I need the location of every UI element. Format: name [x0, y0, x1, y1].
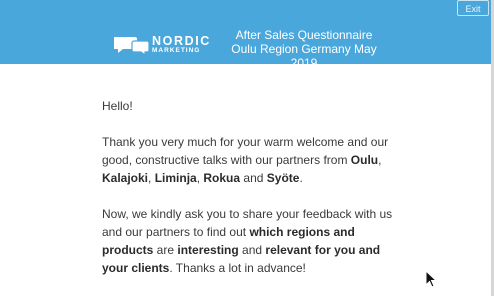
mouse-pointer-icon	[425, 270, 437, 288]
region-liminja: Liminja	[154, 171, 197, 185]
exit-button[interactable]: Exit	[457, 0, 489, 16]
thank-you-paragraph: Thank you very much for your warm welcom…	[102, 133, 402, 187]
region-kalajoki: Kalajoki	[102, 171, 149, 185]
title-line-1: After Sales Questionnaire	[235, 28, 373, 42]
text-run: .	[299, 171, 303, 185]
text-run: and	[240, 171, 267, 185]
logo-subname: MARKETING	[152, 47, 201, 54]
text-run: and	[238, 243, 266, 257]
text-run: ,	[148, 171, 155, 185]
text-run: . Thanks a lot in advance!	[169, 261, 306, 275]
nordic-marketing-logo: NORDIC MARKETING	[114, 33, 210, 57]
text-run: ,	[378, 153, 382, 167]
region-oulu: Oulu	[350, 153, 379, 167]
text-run: Thank you very much for your warm welcom…	[102, 135, 389, 167]
feedback-request-paragraph: Now, we kindly ask you to share your fee…	[102, 205, 402, 277]
header-banner: Exit NORDIC MARKETING After Sales Questi…	[0, 0, 494, 70]
emphasis-interesting: interesting	[177, 243, 239, 257]
greeting: Hello!	[102, 99, 133, 113]
title-line-2: Oulu Region Germany May 2019	[231, 42, 377, 70]
region-syote: Syöte	[266, 171, 300, 185]
page-title: After Sales Questionnaire Oulu Region Ge…	[219, 28, 389, 70]
text-run: are	[153, 243, 178, 257]
speech-bubbles-logo-icon	[114, 37, 150, 56]
intro-text: Hello! Thank you very much for your warm…	[102, 97, 402, 295]
region-rokua: Rokua	[203, 171, 241, 185]
